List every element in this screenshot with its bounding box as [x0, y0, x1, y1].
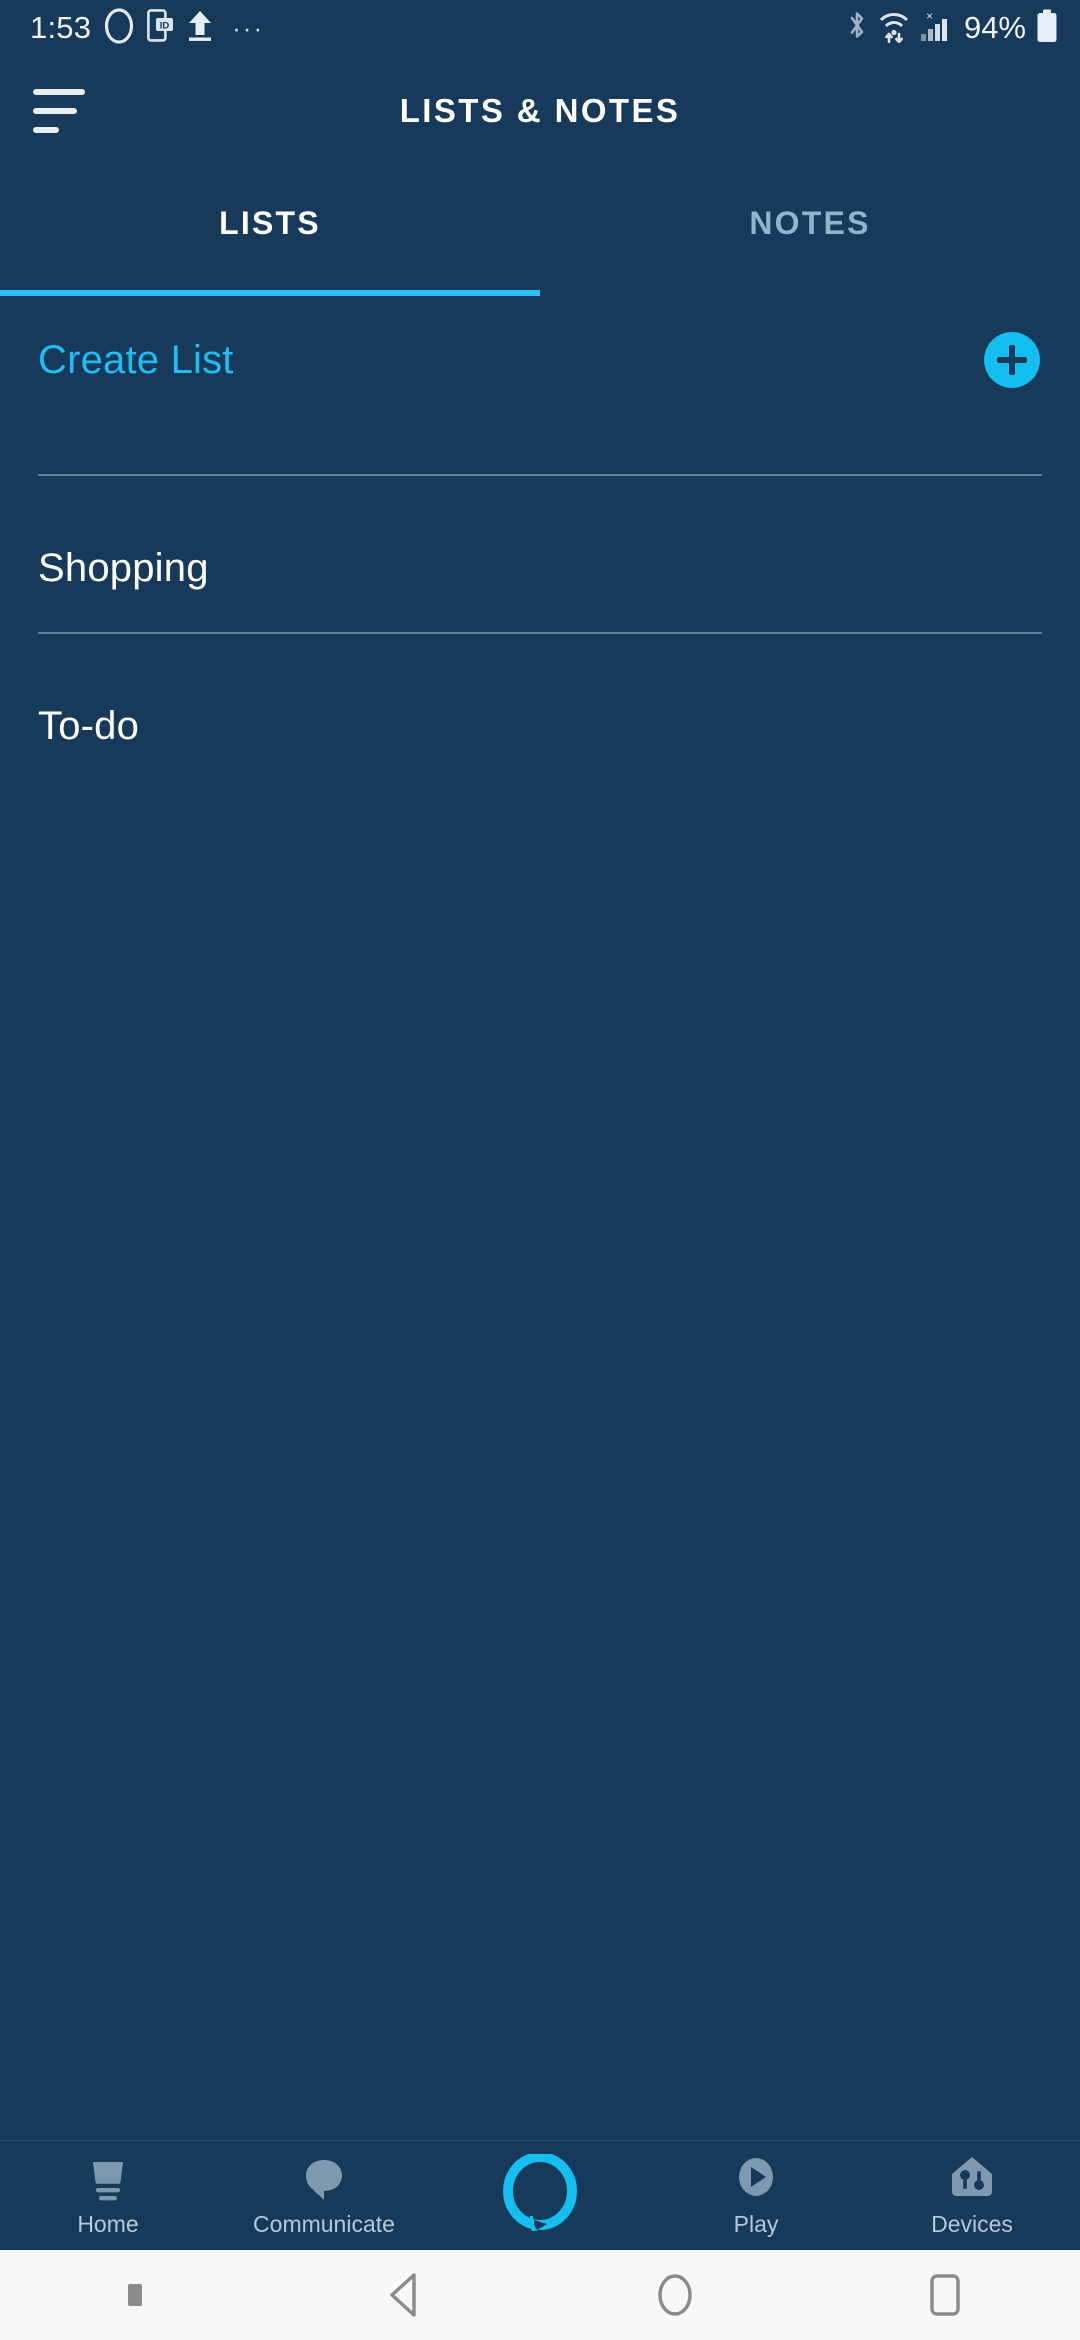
speech-bubble-icon [299, 2153, 349, 2205]
dot-glyph [128, 2284, 142, 2306]
status-bar-left: 1:53 ID ··· [30, 7, 265, 49]
bluetooth-icon [846, 9, 868, 47]
home-circle-icon[interactable] [540, 2269, 810, 2321]
nav-item-devices[interactable]: Devices [864, 2141, 1080, 2250]
app-header: LISTS & NOTES [0, 56, 1080, 166]
status-overflow-dots: ··· [232, 13, 265, 43]
list-item[interactable]: To-do [0, 662, 1080, 790]
nav-label-home: Home [77, 2211, 139, 2237]
alexa-ring-icon [104, 7, 134, 49]
keyboard-hide-dot-icon[interactable] [0, 2284, 270, 2306]
page-title: LISTS & NOTES [399, 92, 681, 129]
android-navigation-bar [0, 2250, 1080, 2340]
tab-lists[interactable]: LISTS [0, 166, 540, 296]
tab-notes[interactable]: NOTES [540, 166, 1080, 296]
hamburger-line-1 [33, 89, 85, 95]
play-circle-icon [731, 2153, 781, 2205]
hamburger-menu-icon[interactable] [33, 88, 91, 134]
nav-label-communicate: Communicate [253, 2211, 395, 2237]
status-time: 1:53 [30, 10, 92, 45]
nav-label-devices: Devices [931, 2211, 1013, 2237]
status-bar-right: × 94% [846, 9, 1058, 48]
list-item[interactable]: Shopping [0, 504, 1080, 632]
hamburger-line-2 [33, 108, 77, 114]
svg-text:×: × [926, 9, 933, 23]
phone-id-icon: ID [147, 9, 174, 47]
battery-icon [1036, 9, 1058, 48]
list-item-label: To-do [38, 703, 140, 748]
create-list-row[interactable]: Create List [0, 296, 1080, 424]
lists-container: Create List Shopping To-do [0, 296, 1080, 2140]
upload-arrow-icon [187, 9, 213, 47]
cellular-signal-x-icon: × [920, 9, 954, 48]
svg-text:ID: ID [160, 21, 170, 32]
nav-item-home[interactable]: Home [0, 2141, 216, 2250]
back-triangle-icon[interactable] [270, 2269, 540, 2321]
hamburger-line-3 [33, 127, 59, 133]
nav-item-communicate[interactable]: Communicate [216, 2141, 432, 2250]
status-bar: 1:53 ID ··· × 94% [0, 0, 1080, 56]
plus-icon[interactable] [984, 332, 1040, 388]
recents-square-icon[interactable] [810, 2269, 1080, 2321]
bottom-navigation: Home Communicate Play Devices [0, 2140, 1080, 2250]
tab-active-indicator [0, 290, 540, 296]
app-root: 1:53 ID ··· × 94% LISTS & NOTES LISTS NO… [0, 0, 1080, 2340]
tab-bar: LISTS NOTES [0, 166, 1080, 296]
nav-item-play[interactable]: Play [648, 2141, 864, 2250]
list-item-label: Shopping [38, 545, 209, 590]
nav-item-alexa[interactable] [432, 2141, 648, 2250]
wifi-data-icon [878, 9, 910, 48]
alexa-ring-icon [502, 2153, 578, 2232]
echo-show-device-icon [83, 2153, 133, 2205]
house-sliders-icon [947, 2153, 997, 2205]
create-list-label: Create List [38, 337, 234, 382]
nav-label-play: Play [733, 2211, 779, 2237]
battery-percent-label: 94% [963, 10, 1026, 45]
